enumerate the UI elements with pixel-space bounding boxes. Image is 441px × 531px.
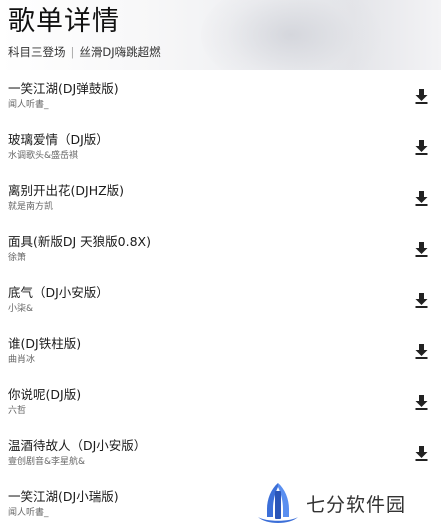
song-artist: 闻人听書_	[8, 508, 49, 518]
song-artist: 水调歌头&盛岳褀	[8, 151, 79, 161]
download-button[interactable]	[410, 289, 432, 311]
song-item[interactable]: 底气（DJ小安版） 小柒&	[0, 274, 441, 325]
playlist-subtitle: 科目三登场 | 丝滑DJ嗨跳超燃	[8, 44, 161, 60]
subtitle-left: 科目三登场	[8, 45, 66, 59]
song-artist: 就是南方凯	[8, 202, 54, 212]
song-artist: 曲肖冰	[8, 355, 36, 365]
song-title: 谁(DJ铁柱版)	[8, 336, 82, 351]
song-artist: 小柒&	[8, 304, 34, 314]
qifen-logo	[258, 482, 298, 523]
download-button[interactable]	[410, 187, 432, 209]
song-title: 玻璃爱情（DJ版）	[8, 132, 109, 147]
song-title: 离别开出花(DJHZ版)	[8, 183, 125, 198]
download-icon	[415, 445, 427, 461]
download-icon	[415, 190, 427, 206]
song-item[interactable]: 你说呢(DJ版) 六哲	[0, 376, 441, 427]
song-item[interactable]: 一笑江湖(DJ弹鼓版) 闻人听書_	[0, 70, 441, 121]
song-title: 一笑江湖(DJ小瑞版)	[8, 489, 119, 504]
download-button[interactable]	[410, 442, 432, 464]
header-background-art	[201, 0, 381, 70]
download-button[interactable]	[410, 391, 432, 413]
song-title: 面具(新版DJ 天狼版0.8X)	[8, 234, 151, 249]
song-item[interactable]: 面具(新版DJ 天狼版0.8X) 徐箫	[0, 223, 441, 274]
watermark-text: 七分软件园	[306, 494, 407, 516]
song-artist: 徐箫	[8, 253, 27, 263]
download-icon	[415, 139, 427, 155]
song-artist: 壹创剧音&李星航&	[8, 457, 86, 467]
song-item[interactable]: 温酒待故人（DJ小安版） 壹创剧音&李星航&	[0, 427, 441, 478]
download-button[interactable]	[410, 85, 432, 107]
download-button[interactable]	[410, 136, 432, 158]
song-artist: 闻人听書_	[8, 100, 49, 110]
subtitle-right: 丝滑DJ嗨跳超燃	[79, 45, 161, 59]
song-title: 一笑江湖(DJ弹鼓版)	[8, 81, 119, 96]
subtitle-divider: |	[70, 45, 75, 59]
song-list: 一笑江湖(DJ弹鼓版) 闻人听書_ 玻璃爱情（DJ版） 水调歌头&盛岳褀 离别开…	[0, 70, 441, 529]
page-title: 歌单详情	[8, 6, 120, 37]
download-icon	[415, 88, 427, 104]
download-button[interactable]	[410, 340, 432, 362]
song-item[interactable]: 离别开出花(DJHZ版) 就是南方凯	[0, 172, 441, 223]
song-title: 你说呢(DJ版)	[8, 387, 82, 402]
song-artist: 六哲	[8, 406, 27, 416]
download-icon	[415, 343, 427, 359]
song-item[interactable]: 玻璃爱情（DJ版） 水调歌头&盛岳褀	[0, 121, 441, 172]
watermark: 七分软件园	[256, 476, 441, 531]
song-item[interactable]: 谁(DJ铁柱版) 曲肖冰	[0, 325, 441, 376]
header: 歌单详情 科目三登场 | 丝滑DJ嗨跳超燃	[0, 0, 441, 70]
download-button[interactable]	[410, 238, 432, 260]
download-icon	[415, 241, 427, 257]
download-icon	[415, 292, 427, 308]
song-title: 底气（DJ小安版）	[8, 285, 109, 300]
download-icon	[415, 394, 427, 410]
song-title: 温酒待故人（DJ小安版）	[8, 438, 147, 453]
